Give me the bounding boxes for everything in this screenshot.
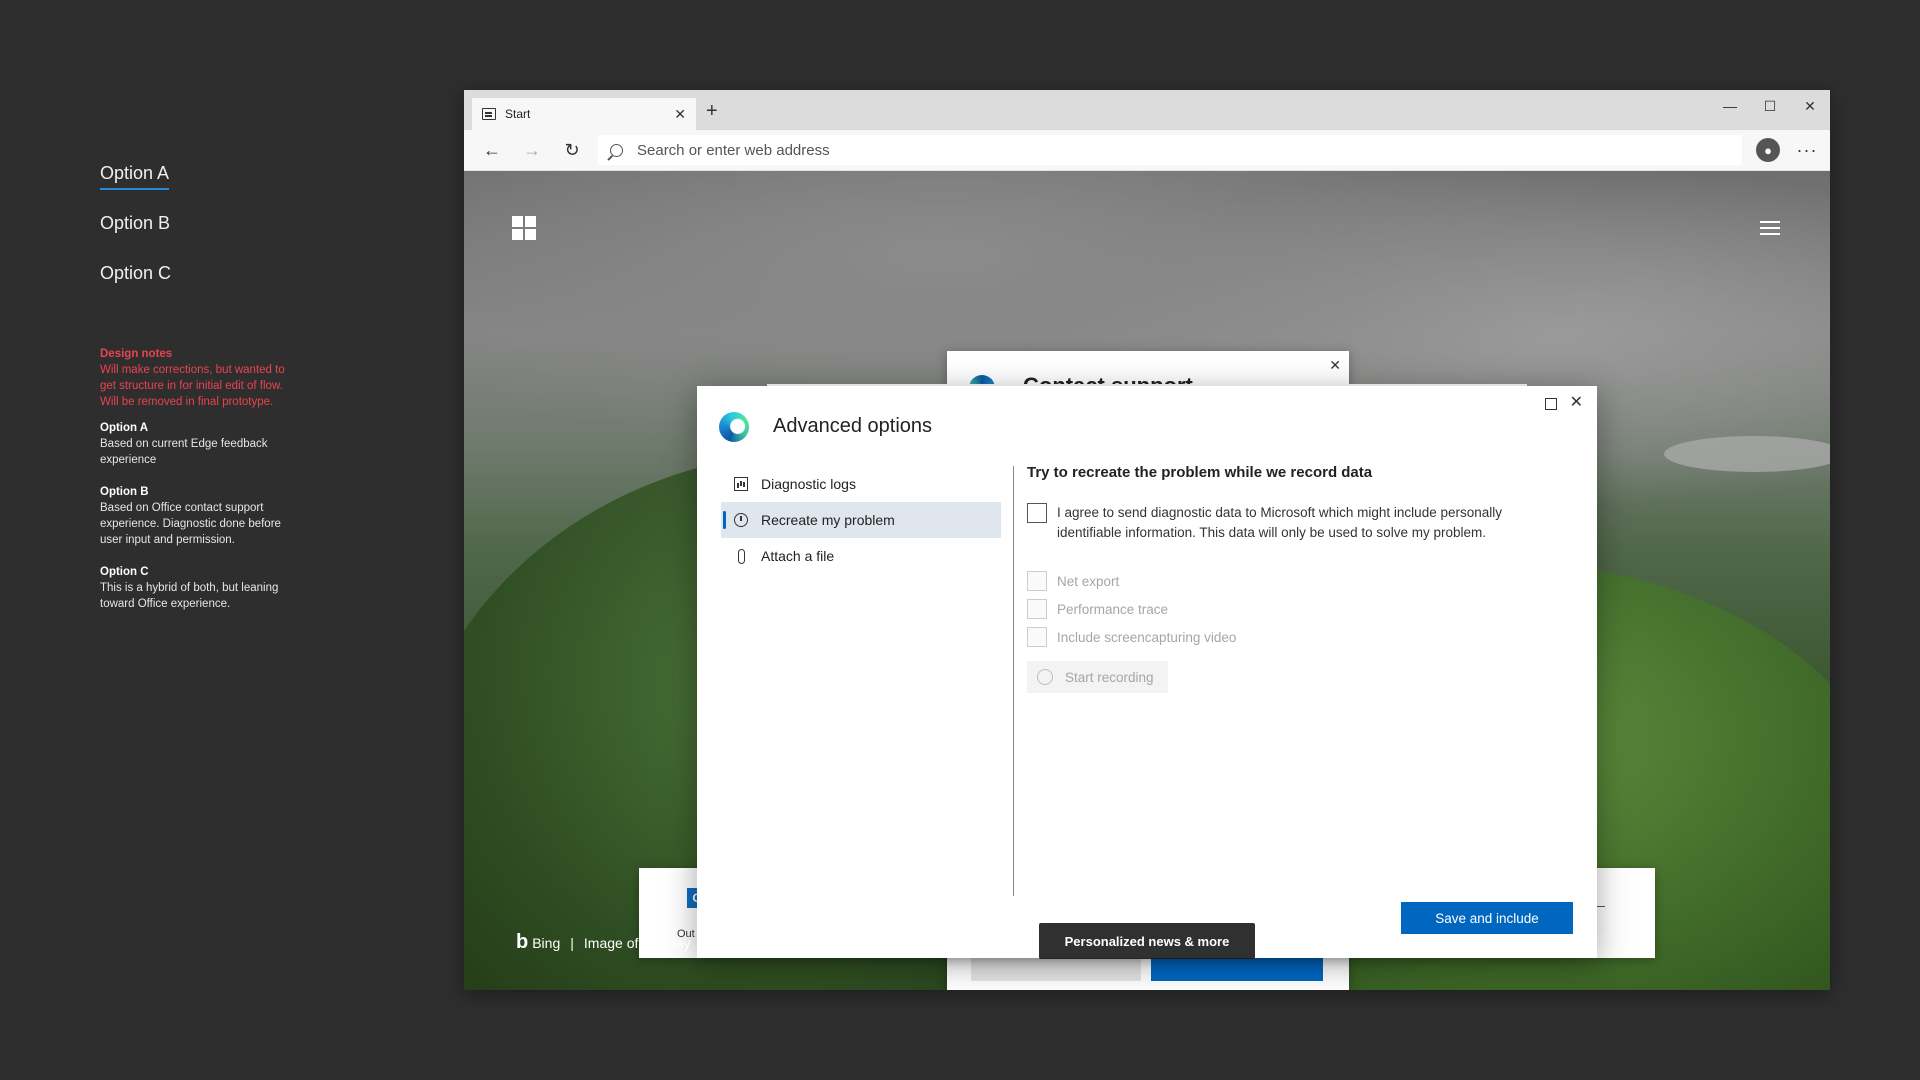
tab-close-icon[interactable]: ✕: [674, 106, 686, 123]
design-notes-body: Will make corrections, but wanted to get…: [100, 364, 285, 408]
note-title-b: Option B: [100, 486, 149, 498]
new-tab-page-icon: [482, 108, 496, 120]
note-title-c: Option C: [100, 566, 149, 578]
start-recording-button[interactable]: Start recording: [1027, 661, 1168, 693]
edge-logo-icon: [719, 412, 749, 442]
maximize-dialog-icon[interactable]: [1545, 398, 1557, 410]
windows-logo-icon[interactable]: [512, 216, 536, 240]
net-export-checkbox[interactable]: [1027, 571, 1047, 591]
close-dialog-icon[interactable]: ✕: [1570, 392, 1583, 412]
screencapture-label: Include screencapturing video: [1057, 629, 1237, 645]
bing-separator: |: [570, 934, 574, 951]
personalized-news-button[interactable]: Personalized news & more: [1039, 923, 1255, 959]
forward-button[interactable]: →: [512, 134, 552, 166]
minimize-button[interactable]: —: [1710, 90, 1750, 122]
nav-item-label: Recreate my problem: [761, 512, 895, 528]
record-icon: [1037, 669, 1053, 685]
nav-item-label: Diagnostic logs: [761, 476, 856, 492]
address-placeholder: Search or enter web address: [637, 141, 830, 159]
dialog-title: Advanced options: [773, 415, 933, 437]
tab-title: Start: [505, 107, 531, 121]
profile-avatar-icon[interactable]: ●: [1756, 138, 1780, 162]
refresh-button[interactable]: ↻: [552, 134, 592, 166]
more-options-icon[interactable]: ···: [1792, 140, 1822, 161]
clock-icon: [733, 512, 749, 528]
window-controls: — ☐ ✕: [1710, 90, 1830, 122]
dialog-nav: Diagnostic logs Recreate my problem Atta…: [721, 466, 1001, 574]
bing-logo-icon: b: [516, 931, 529, 953]
tab-bar: Start ✕ + — ☐ ✕: [464, 90, 1830, 130]
consent-checkbox[interactable]: [1027, 503, 1047, 523]
nav-divider: [1013, 466, 1014, 896]
start-page: ✕ Contact support O Out ✕ Advanced optio…: [464, 171, 1830, 990]
close-icon[interactable]: ✕: [1329, 357, 1341, 374]
net-export-row: Net export: [1027, 567, 1557, 595]
screencapture-row: Include screencapturing video: [1027, 623, 1557, 651]
paperclip-icon: [733, 548, 749, 564]
net-export-label: Net export: [1057, 573, 1120, 589]
browser-toolbar: ← → ↻ Search or enter web address ● ···: [464, 130, 1830, 171]
menu-icon[interactable]: [1760, 221, 1780, 239]
note-text-b: Based on Office contact support experien…: [100, 502, 281, 546]
panel-title: Try to recreate the problem while we rec…: [1027, 464, 1373, 481]
start-recording-label: Start recording: [1065, 669, 1154, 685]
note-title-a: Option A: [100, 422, 149, 434]
screencapture-checkbox[interactable]: [1027, 627, 1047, 647]
consent-row: I agree to send diagnostic data to Micro…: [1027, 503, 1557, 543]
background-image-lake: [1664, 436, 1830, 472]
performance-trace-label: Performance trace: [1057, 601, 1169, 617]
option-c-link[interactable]: Option C: [100, 260, 171, 310]
close-window-button[interactable]: ✕: [1790, 90, 1830, 122]
nav-item-recreate-my-problem[interactable]: Recreate my problem: [721, 502, 1001, 538]
save-and-include-button[interactable]: Save and include: [1401, 902, 1573, 934]
nav-item-label: Attach a file: [761, 548, 835, 564]
design-notes: Design notes Will make corrections, but …: [100, 346, 290, 628]
advanced-options-dialog: ✕ Advanced options Diagnostic logs Recre…: [697, 386, 1597, 958]
bing-label: Bing: [532, 934, 561, 951]
nav-item-attach-a-file[interactable]: Attach a file: [721, 538, 1001, 574]
option-a-link[interactable]: Option A: [100, 160, 171, 210]
consent-text: I agree to send diagnostic data to Micro…: [1057, 505, 1502, 540]
maximize-button[interactable]: ☐: [1750, 90, 1790, 122]
nav-item-diagnostic-logs[interactable]: Diagnostic logs: [721, 466, 1001, 502]
design-notes-heading: Design notes: [100, 348, 173, 360]
browser-window: Start ✕ + — ☐ ✕ ← → ↻ Search or enter we…: [464, 90, 1830, 990]
option-list: Option A Option B Option C: [100, 160, 171, 310]
address-bar[interactable]: Search or enter web address: [598, 135, 1742, 165]
note-text-a: Based on current Edge feedback experienc…: [100, 438, 268, 466]
note-text-c: This is a hybrid of both, but leaning to…: [100, 582, 279, 610]
search-icon: [610, 143, 623, 157]
new-tab-button[interactable]: +: [706, 100, 718, 123]
bing-attribution[interactable]: b Bing | Image of the Day: [516, 931, 691, 954]
recreate-panel: Try to recreate the problem while we rec…: [1027, 464, 1557, 693]
back-button[interactable]: ←: [472, 134, 512, 166]
performance-trace-row: Performance trace: [1027, 595, 1557, 623]
performance-trace-checkbox[interactable]: [1027, 599, 1047, 619]
chart-icon: [733, 476, 749, 492]
option-b-link[interactable]: Option B: [100, 210, 171, 260]
image-of-day-label: Image of the Day: [583, 934, 691, 951]
tab-start[interactable]: Start ✕: [472, 98, 696, 130]
